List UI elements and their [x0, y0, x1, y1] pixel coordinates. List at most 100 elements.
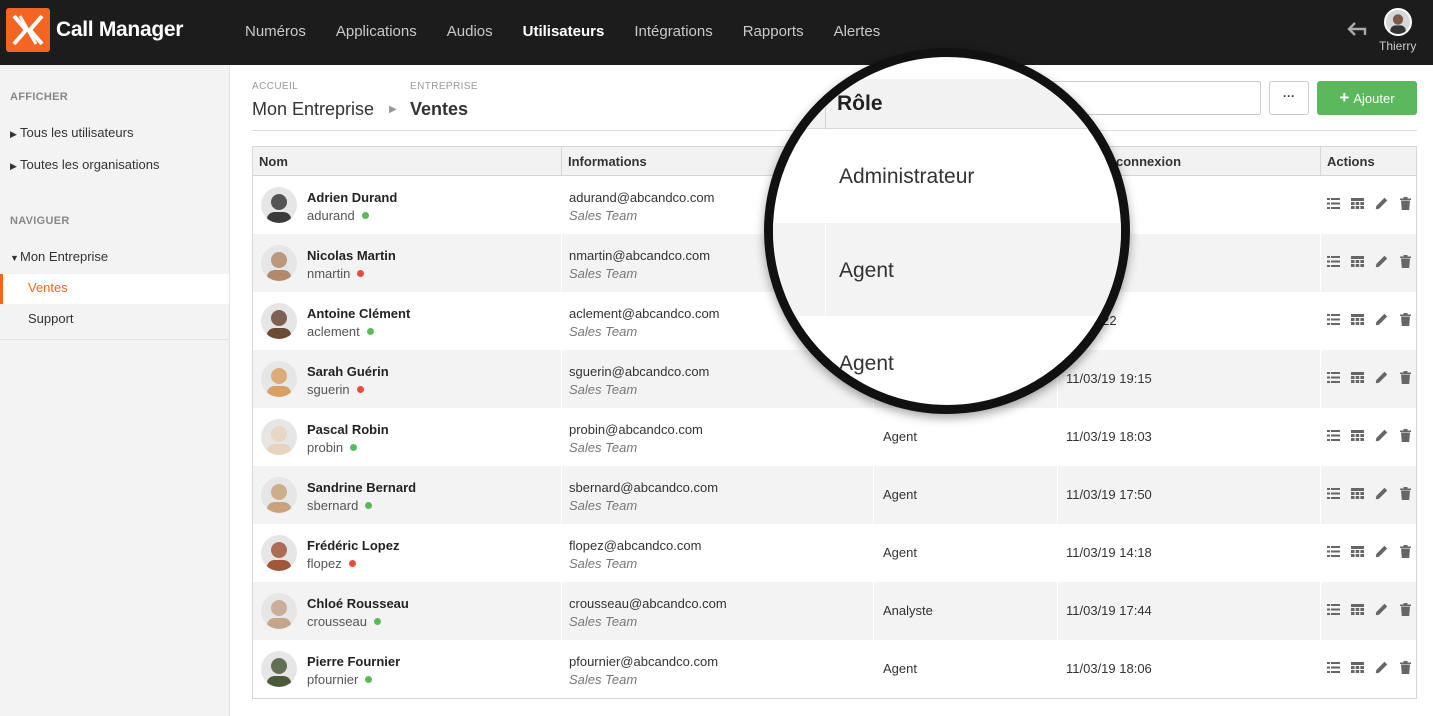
user-team: Sales Team [569, 614, 638, 629]
status-dot-icon [365, 502, 373, 509]
user-login: flopez [307, 556, 356, 571]
status-dot-icon [350, 444, 358, 451]
trash-icon[interactable] [1399, 487, 1423, 501]
avatar [261, 477, 297, 513]
trash-icon[interactable] [1399, 603, 1423, 617]
column-divider [561, 466, 562, 524]
sidebar-item-org[interactable]: ▼Mon Entreprise [10, 249, 108, 264]
table-row[interactable]: Pierre Fournier pfournier pfournier@abca… [253, 640, 1416, 698]
user-full-name[interactable]: Sarah Guérin [307, 364, 389, 379]
trash-icon[interactable] [1399, 255, 1423, 269]
nav-item-6[interactable]: Alertes [834, 0, 881, 65]
breadcrumb-current: Ventes [410, 99, 469, 119]
calendar-icon[interactable] [1351, 545, 1375, 559]
sidebar-item-ventes[interactable]: Ventes [0, 274, 229, 304]
column-divider [1320, 350, 1321, 408]
user-avatar[interactable] [1384, 8, 1412, 36]
calendar-icon[interactable] [1351, 661, 1375, 675]
table-row[interactable]: Frédéric Lopez flopez flopez@abcandco.co… [253, 524, 1416, 582]
table-row[interactable]: Pascal Robin probin probin@abcandco.com … [253, 408, 1416, 466]
avatar [261, 187, 297, 223]
user-full-name[interactable]: Sandrine Bernard [307, 480, 416, 495]
user-full-name[interactable]: Chloé Rousseau [307, 596, 409, 611]
user-full-name[interactable]: Antoine Clément [307, 306, 410, 321]
user-full-name[interactable]: Frédéric Lopez [307, 538, 399, 553]
column-divider [1057, 582, 1058, 640]
list-icon[interactable] [1327, 313, 1351, 327]
pencil-icon[interactable] [1375, 371, 1399, 385]
pencil-icon[interactable] [1375, 603, 1399, 617]
trash-icon[interactable] [1399, 661, 1423, 675]
user-team: Sales Team [569, 672, 638, 687]
nav-item-5[interactable]: Rapports [743, 0, 804, 65]
nav-item-2[interactable]: Audios [447, 0, 493, 65]
list-icon[interactable] [1327, 429, 1351, 443]
add-button[interactable]: + Ajouter [1317, 81, 1417, 115]
logo[interactable] [6, 8, 50, 52]
user-login: aclement [307, 324, 374, 339]
user-full-name[interactable]: Pierre Fournier [307, 654, 400, 669]
user-team: Sales Team [569, 266, 638, 281]
calendar-icon[interactable] [1351, 371, 1375, 385]
trash-icon[interactable] [1399, 313, 1423, 327]
sidebar-item-support[interactable]: Support [28, 311, 74, 326]
trash-icon[interactable] [1399, 545, 1423, 559]
sidebar-item-all-users[interactable]: ▶ Tous les utilisateurs [10, 125, 133, 140]
user-login: adurand [307, 208, 369, 223]
pencil-icon[interactable] [1375, 487, 1399, 501]
column-divider [1320, 582, 1321, 640]
trash-icon[interactable] [1399, 371, 1423, 385]
nav-item-1[interactable]: Applications [336, 0, 417, 65]
column-divider [1320, 234, 1321, 292]
avatar [261, 361, 297, 397]
pencil-icon[interactable] [1375, 197, 1399, 211]
column-divider [1057, 466, 1058, 524]
nav-item-0[interactable]: Numéros [245, 0, 306, 65]
list-icon[interactable] [1327, 255, 1351, 269]
breadcrumb-home[interactable]: Mon Entreprise [252, 99, 374, 120]
list-icon[interactable] [1327, 487, 1351, 501]
more-button[interactable]: ··· [1269, 81, 1309, 115]
magnifier-divider [825, 223, 826, 316]
calendar-icon[interactable] [1351, 603, 1375, 617]
user-role: Analyste [883, 603, 933, 618]
sidebar-heading-show: AFFICHER [10, 91, 69, 103]
table-row[interactable]: Chloé Rousseau crousseau crousseau@abcan… [253, 582, 1416, 640]
magnifier-lens: Rôle Administrateur Agent Agent [764, 48, 1130, 414]
status-dot-icon [373, 618, 381, 625]
pencil-icon[interactable] [1375, 661, 1399, 675]
sidebar-heading-navigate: NAVIGUER [10, 215, 70, 227]
user-name[interactable]: Thierry [1379, 39, 1416, 53]
pencil-icon[interactable] [1375, 255, 1399, 269]
column-name[interactable]: Nom [253, 147, 561, 176]
pencil-icon[interactable] [1375, 313, 1399, 327]
list-icon[interactable] [1327, 603, 1351, 617]
nav-item-3[interactable]: Utilisateurs [523, 0, 605, 65]
list-icon[interactable] [1327, 545, 1351, 559]
magnifier-role-header: Rôle [837, 92, 883, 115]
list-icon[interactable] [1327, 197, 1351, 211]
trash-icon[interactable] [1399, 429, 1423, 443]
user-login: sbernard [307, 498, 373, 513]
column-divider [561, 350, 562, 408]
calendar-icon[interactable] [1351, 197, 1375, 211]
list-icon[interactable] [1327, 661, 1351, 675]
list-icon[interactable] [1327, 371, 1351, 385]
back-arrow-icon[interactable] [1347, 21, 1367, 39]
table-row[interactable]: Sandrine Bernard sbernard sbernard@abcan… [253, 466, 1416, 524]
sidebar-item-all-orgs[interactable]: ▶ Toutes les organisations [10, 157, 159, 172]
user-team: Sales Team [569, 324, 638, 339]
column-divider [1320, 466, 1321, 524]
user-full-name[interactable]: Adrien Durand [307, 190, 397, 205]
pencil-icon[interactable] [1375, 429, 1399, 443]
calendar-icon[interactable] [1351, 313, 1375, 327]
calendar-icon[interactable] [1351, 429, 1375, 443]
user-full-name[interactable]: Pascal Robin [307, 422, 389, 437]
trash-icon[interactable] [1399, 197, 1423, 211]
user-full-name[interactable]: Nicolas Martin [307, 248, 396, 263]
column-divider [1320, 292, 1321, 350]
nav-item-4[interactable]: Intégrations [634, 0, 712, 65]
calendar-icon[interactable] [1351, 487, 1375, 501]
calendar-icon[interactable] [1351, 255, 1375, 269]
pencil-icon[interactable] [1375, 545, 1399, 559]
